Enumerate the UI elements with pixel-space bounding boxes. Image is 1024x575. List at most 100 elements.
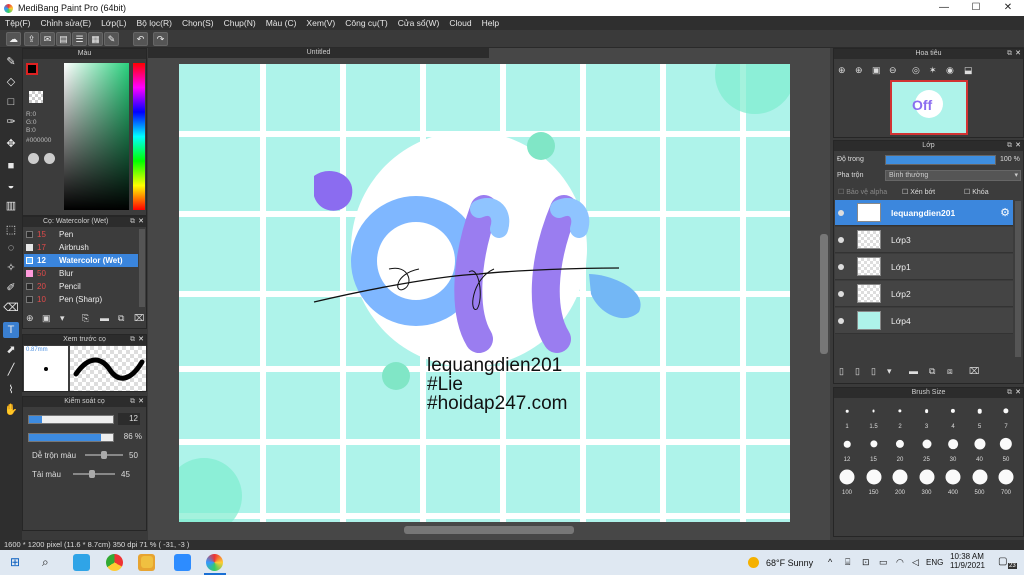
brush-size-option[interactable]: 40 xyxy=(966,432,994,464)
canvas-text[interactable]: lequangdien201 #Lie #hoidap247.com xyxy=(427,356,568,413)
brush-size-option[interactable]: 100 xyxy=(833,465,861,497)
flip-icon[interactable]: ✶ xyxy=(929,65,937,76)
file-explorer-icon[interactable] xyxy=(141,556,153,568)
brush-size-option[interactable]: 15 xyxy=(860,432,888,464)
windows-start-icon[interactable]: ⊞ xyxy=(10,556,22,568)
visibility-icon[interactable] xyxy=(838,210,844,216)
hand-tool-icon[interactable]: ✋ xyxy=(3,402,19,418)
redo-icon[interactable]: ↷ xyxy=(153,32,168,46)
menu-tools[interactable]: Công cụ(T) xyxy=(340,18,393,28)
brush-duplicate-icon[interactable]: ⧉ xyxy=(118,313,124,324)
size-slider[interactable] xyxy=(28,415,114,424)
close-icon[interactable]: ✕ xyxy=(138,397,144,407)
gear-icon[interactable]: ⚙ xyxy=(1000,206,1010,219)
brush-size-option[interactable]: 30 xyxy=(939,432,967,464)
visibility-icon[interactable] xyxy=(838,264,844,270)
fit-icon[interactable]: ▣ xyxy=(872,65,881,76)
lock-icon[interactable]: ⬓ xyxy=(964,65,973,76)
folder-icon[interactable]: ▬ xyxy=(100,313,109,323)
close-icon[interactable]: ✕ xyxy=(138,217,144,227)
merge-layer-icon[interactable]: ⧈ xyxy=(947,366,953,377)
reset-icon[interactable]: ◉ xyxy=(946,65,954,76)
brush-size-option[interactable]: 12 xyxy=(833,432,861,464)
close-button[interactable]: ✕ xyxy=(992,0,1024,16)
menu-filter[interactable]: Bộ lọc(R) xyxy=(132,18,177,28)
volume-icon[interactable]: ◁ xyxy=(912,557,919,568)
search-icon[interactable]: ⌕ xyxy=(42,555,49,570)
layer-row[interactable]: Lớp1 xyxy=(835,254,1013,280)
transparent-swatch[interactable] xyxy=(29,91,43,103)
layer-row[interactable]: Lớp3 xyxy=(835,227,1013,253)
protect-alpha-checkbox[interactable]: ☐ Bảo vệ alpha xyxy=(838,188,887,196)
brush-size-option[interactable]: 500 xyxy=(966,465,994,497)
navigator-thumbnail[interactable]: Off xyxy=(890,80,968,135)
horizontal-scrollbar[interactable] xyxy=(404,526,574,534)
brush-size-option[interactable]: 2 xyxy=(886,399,914,431)
menu-window[interactable]: Cửa sổ(W) xyxy=(393,18,445,28)
tray-icon-2[interactable]: ⊡ xyxy=(862,557,870,568)
brush-settings-icon[interactable]: ▣ xyxy=(42,313,51,324)
brush-size-option[interactable]: 200 xyxy=(886,465,914,497)
menu-view[interactable]: Xem(V) xyxy=(301,18,340,28)
gradient-tool-icon[interactable]: ▥ xyxy=(3,198,19,214)
folder-icon[interactable]: ▬ xyxy=(909,366,918,376)
text-tool-icon[interactable]: T xyxy=(3,322,19,338)
visibility-icon[interactable] xyxy=(838,291,844,297)
drawing-canvas[interactable]: lequangdien201 #Lie #hoidap247.com xyxy=(179,64,790,522)
divide-tool-icon[interactable]: ╱ xyxy=(3,362,19,378)
brush-menu-icon[interactable]: ▾ xyxy=(60,313,65,324)
menu-snap[interactable]: Chụp(N) xyxy=(219,18,261,28)
visibility-icon[interactable] xyxy=(838,318,844,324)
brush-size-option[interactable]: 5 xyxy=(966,399,994,431)
new-layer-copy-icon[interactable]: ▯ xyxy=(855,366,860,377)
opacity-slider[interactable] xyxy=(28,433,114,442)
cloud-icon[interactable]: ☁ xyxy=(6,32,21,46)
clock[interactable]: 10:38 AM 11/9/2021 xyxy=(950,552,985,570)
select-eraser-icon[interactable]: ⌫ xyxy=(3,300,19,316)
maximize-button[interactable]: ☐ xyxy=(960,0,992,16)
zoom-in-icon[interactable]: ⊕ xyxy=(838,65,846,76)
menu-select[interactable]: Chọn(S) xyxy=(177,18,219,28)
brush-item[interactable]: 50 Blur xyxy=(24,267,138,280)
brush-size-option[interactable]: 7 xyxy=(992,399,1020,431)
brush-tool-icon[interactable]: ✎ xyxy=(3,54,19,70)
hue-slider[interactable] xyxy=(133,63,145,210)
brush-size-option[interactable]: 1.5 xyxy=(860,399,888,431)
close-icon[interactable]: ✕ xyxy=(1015,141,1021,151)
zoom-icon[interactable] xyxy=(174,554,191,571)
layer-row[interactable]: Lớp2 xyxy=(835,281,1013,307)
layer-list-scrollbar[interactable] xyxy=(1015,201,1021,357)
trash-icon[interactable]: ⌧ xyxy=(134,313,144,324)
brush-size-option[interactable]: 150 xyxy=(860,465,888,497)
canvas-tab[interactable]: Untitled xyxy=(148,48,489,58)
minimize-button[interactable]: — xyxy=(928,0,960,16)
edit-icon[interactable]: ✎ xyxy=(104,32,119,46)
share-icon[interactable]: ⇪ xyxy=(24,32,39,46)
brush-size-option[interactable]: 3 xyxy=(913,399,941,431)
chat-icon[interactable]: ▤ xyxy=(56,32,71,46)
battery-icon[interactable]: ▭ xyxy=(879,557,888,568)
wifi-icon[interactable]: ◠ xyxy=(896,557,904,568)
move-tool-icon[interactable]: ✥ xyxy=(3,136,19,152)
layer-row[interactable]: Lớp4 xyxy=(835,308,1013,334)
new-halftone-icon[interactable]: ▯ xyxy=(871,366,876,377)
menu-file[interactable]: Tệp(F) xyxy=(0,18,36,28)
rotate-icon[interactable]: ◎ xyxy=(912,65,920,76)
language-indicator[interactable]: ENG xyxy=(926,558,943,567)
size-value[interactable]: 12 xyxy=(118,413,140,425)
brush-size-option[interactable]: 25 xyxy=(913,432,941,464)
eyedropper-icon[interactable]: ⌇ xyxy=(3,382,19,398)
menu-color[interactable]: Màu (C) xyxy=(261,18,302,28)
dot-tool-icon[interactable]: ✑ xyxy=(3,114,19,130)
palette-add-icon[interactable] xyxy=(44,153,55,164)
visibility-icon[interactable] xyxy=(838,237,844,243)
layer-opacity-slider[interactable] xyxy=(885,155,996,165)
brush-item-selected[interactable]: 12 Watercolor (Wet) xyxy=(24,254,138,267)
brush-item[interactable]: 10 Pen (Sharp) xyxy=(24,293,138,306)
close-icon[interactable]: ✕ xyxy=(1015,388,1021,398)
weather-text[interactable]: 68°F Sunny xyxy=(766,558,813,568)
brush-size-option[interactable]: 700 xyxy=(992,465,1020,497)
brush-add-icon[interactable]: ⊕ xyxy=(26,313,34,324)
brush-size-option[interactable]: 50 xyxy=(992,432,1020,464)
grid-icon[interactable]: ▦ xyxy=(88,32,103,46)
